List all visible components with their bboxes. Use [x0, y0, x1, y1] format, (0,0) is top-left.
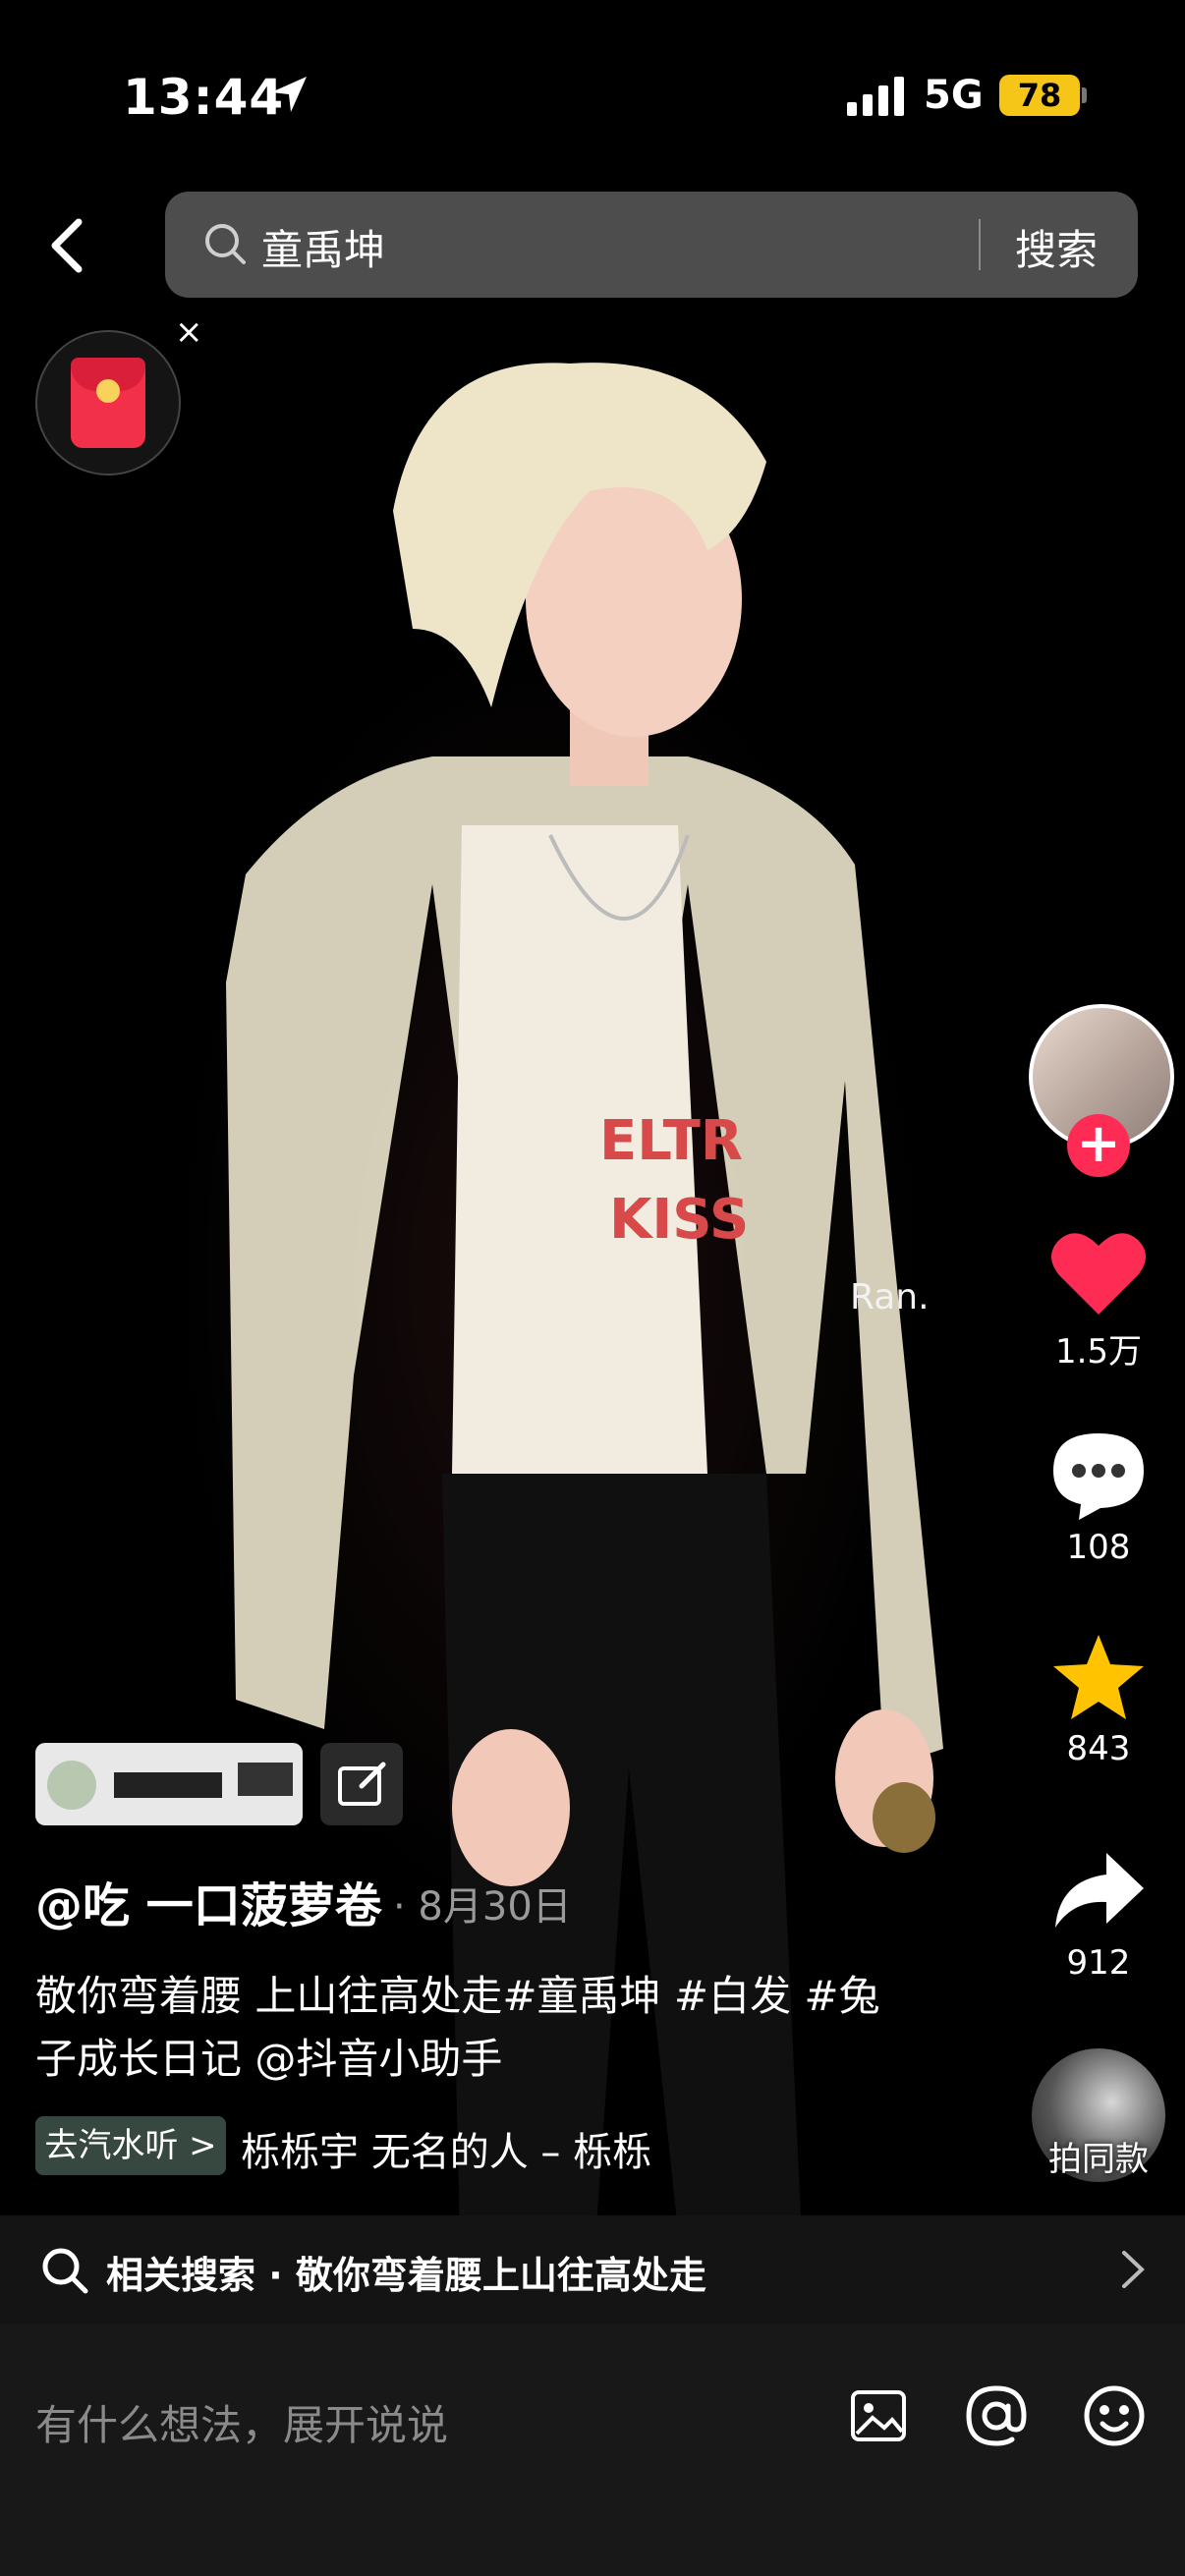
svg-text:KISS: KISS	[609, 1188, 749, 1252]
video-screen: ELTR KISS Ran. 13:44 5G 78 童禹坤 搜索 × + 1.…	[0, 0, 1185, 2576]
back-chevron-icon[interactable]	[39, 206, 98, 285]
search-divider	[979, 219, 981, 270]
edit-icon	[338, 1762, 386, 1806]
comment-count: 108	[1066, 1528, 1131, 1567]
search-icon	[42, 2248, 88, 2294]
post-date: · 8月30日	[393, 1884, 572, 1930]
comment-bubble-icon	[1053, 1433, 1144, 1520]
anchor-card[interactable]	[35, 1743, 303, 1825]
follow-button[interactable]: +	[1067, 1114, 1130, 1177]
related-search-text: 相关搜索 · 敬你弯着腰上山往高处走	[106, 2254, 706, 2297]
comment-button[interactable]: 108	[1030, 1429, 1167, 1567]
image-icon[interactable]	[843, 2380, 914, 2451]
red-envelope-icon	[71, 358, 145, 448]
share-button[interactable]: 912	[1030, 1847, 1167, 1983]
star-icon	[1053, 1635, 1144, 1719]
emoji-icon[interactable]	[1079, 2380, 1150, 2451]
comment-input[interactable]: 有什么想法，展开说说	[35, 2392, 448, 2452]
mention-icon[interactable]	[961, 2380, 1032, 2451]
share-count: 912	[1066, 1943, 1131, 1983]
battery-indicator: 78	[999, 75, 1080, 116]
location-arrow-icon	[271, 77, 307, 112]
anchor-card-redacted-badge	[238, 1763, 293, 1796]
search-bar[interactable]: 童禹坤 搜索	[165, 192, 1138, 298]
svg-text:ELTR: ELTR	[599, 1109, 743, 1173]
chevron-right-icon	[1122, 2251, 1145, 2288]
video-watermark: Ran.	[850, 1277, 930, 1317]
battery-tip	[1082, 87, 1087, 103]
search-input[interactable]: 童禹坤	[261, 217, 385, 277]
red-packet-widget[interactable]	[35, 330, 181, 476]
red-packet-close-button[interactable]: ×	[175, 312, 203, 352]
cellular-signal-icon	[847, 77, 904, 116]
anchor-card-redacted-text	[114, 1772, 222, 1798]
network-type: 5G	[924, 73, 984, 118]
music-open-button[interactable]: 去汽水听 >	[35, 2116, 226, 2175]
music-title[interactable]: 栎栎宇 无名的人 – 栎栎	[241, 2120, 651, 2177]
comment-input-bar: 有什么想法，展开说说	[0, 2324, 1185, 2576]
same-style-label[interactable]: 拍同款	[1032, 2132, 1165, 2180]
edit-button[interactable]	[320, 1743, 403, 1825]
red-envelope-coin	[96, 379, 120, 403]
favorite-count: 843	[1066, 1729, 1131, 1768]
author-name[interactable]: @吃 一口菠萝卷	[35, 1867, 382, 1935]
share-arrow-icon	[1055, 1853, 1144, 1928]
anchor-card-image	[47, 1761, 96, 1810]
post-description: 敬你弯着腰 上山往高处走#童禹坤 #白发 #兔子成长日记 @抖音小助手	[35, 1972, 880, 2083]
favorite-button[interactable]: 843	[1030, 1631, 1167, 1768]
search-icon	[205, 224, 246, 264]
search-button[interactable]: 搜索	[1015, 217, 1098, 277]
like-button[interactable]: 1.5万	[1030, 1228, 1167, 1372]
like-count: 1.5万	[1054, 1332, 1143, 1372]
status-time: 13:44	[123, 69, 285, 126]
related-search-bar[interactable]: 相关搜索 · 敬你弯着腰上山往高处走	[0, 2215, 1185, 2324]
heart-icon	[1051, 1233, 1146, 1315]
